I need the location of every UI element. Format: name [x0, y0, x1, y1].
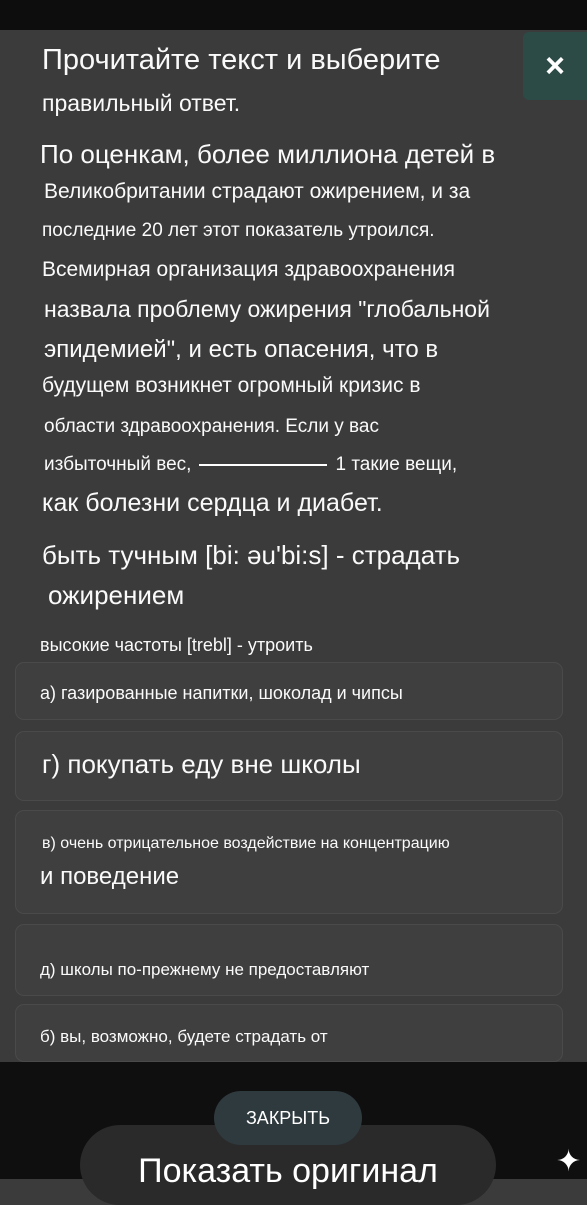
passage-line: последние 20 лет этот показатель утроилс…	[42, 220, 435, 241]
passage-line9-start: избыточный вес,	[44, 454, 192, 475]
answer-option[interactable]: д) школы по-прежнему не предоставляют	[15, 924, 563, 996]
show-original-label: Показать оригинал	[138, 1152, 438, 1190]
passage-line: По оценкам, более миллиона детей в	[40, 139, 496, 169]
answer-option-label: д) школы по-прежнему не предоставляют	[40, 960, 370, 979]
translate-icon[interactable]: ✦	[556, 1144, 581, 1179]
close-button[interactable]: ×	[523, 32, 587, 100]
answer-option-label: в) очень отрицательное воздействие на ко…	[42, 835, 450, 852]
glossary-entry: ожирением	[48, 580, 185, 610]
answer-option[interactable]: б) вы, возможно, будете страдать от	[15, 1004, 563, 1062]
close-icon: ×	[545, 46, 565, 85]
passage-line: назвала проблему ожирения "глобальной	[44, 296, 490, 322]
answer-option-label: б) вы, возможно, будете страдать от	[40, 1027, 328, 1046]
answer-option[interactable]: а) газированные напитки, шоколад и чипсы	[15, 662, 563, 720]
answer-option-label: г) покупать еду вне школы	[42, 749, 361, 779]
passage-line-with-blank: избыточный вес, 1 такие вещи,	[44, 454, 457, 476]
dialog-title-line1: Прочитайте текст и выберите	[42, 44, 441, 76]
passage-line: Великобритании страдают ожирением, и за	[44, 180, 471, 203]
dismiss-button[interactable]: ЗАКРЫТЬ	[214, 1091, 362, 1145]
dismiss-label: ЗАКРЫТЬ	[245, 1107, 331, 1128]
answer-option[interactable]: г) покупать еду вне школы	[15, 731, 563, 801]
passage-line: эпидемией", и есть опасения, что в	[44, 336, 439, 363]
answer-option-label: и поведение	[40, 863, 180, 890]
passage-line: области здравоохранения. Если у вас	[44, 416, 379, 437]
glossary-entry: быть тучным [bi: əu'bi:s] - страдать	[42, 540, 461, 570]
answer-option[interactable]: в) очень отрицательное воздействие на ко…	[15, 810, 563, 914]
passage-line: будущем возникнет огромный кризис в	[42, 374, 421, 397]
top-bar	[0, 0, 587, 30]
passage-line9-end: 1 такие вещи,	[335, 454, 458, 475]
answer-blank	[199, 464, 328, 466]
passage-line: как болезни сердца и диабет.	[42, 489, 383, 517]
answer-option-label: а) газированные напитки, шоколад и чипсы	[40, 683, 403, 703]
dialog-title-line2: правильный ответ.	[42, 90, 241, 116]
glossary-entry: высокие частоты [trebl] - утроить	[40, 635, 313, 655]
passage-line: Всемирная организация здравоохранения	[42, 258, 456, 281]
